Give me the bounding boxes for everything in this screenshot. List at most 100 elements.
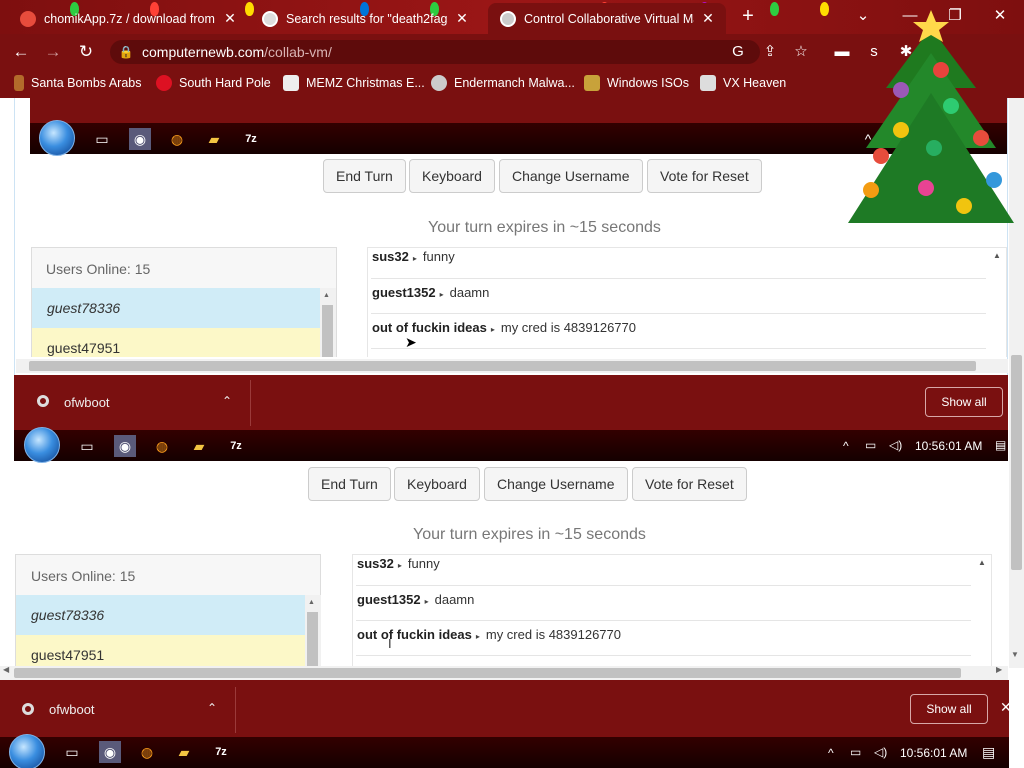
bookmark-windows-isos[interactable]: Windows ISOs xyxy=(584,75,689,91)
chat-arrow-icon: ▸ xyxy=(439,290,444,299)
firefox-icon[interactable]: ◍ xyxy=(151,435,173,457)
close-tab-icon[interactable]: ✕ xyxy=(454,10,470,27)
vote-reset-button[interactable]: Vote for Reset xyxy=(647,159,762,193)
end-turn-button[interactable]: End Turn xyxy=(308,467,391,501)
bookmark-santa-bombs[interactable]: Santa Bombs Arabs xyxy=(14,75,141,91)
mouse-cursor-icon: ➤ xyxy=(405,334,417,350)
users-scrollbar-thumb[interactable] xyxy=(322,305,333,357)
new-tab-button[interactable]: + xyxy=(733,4,763,28)
chrome-icon[interactable]: ◉ xyxy=(114,435,136,457)
bookmark-label: Windows ISOs xyxy=(607,76,689,90)
bookmark-favicon-icon xyxy=(14,75,24,91)
chat-panel xyxy=(367,247,1007,357)
taskbar-clock[interactable]: 10:56:01 AM xyxy=(915,439,982,453)
bookmark-star-icon[interactable]: ☆ xyxy=(791,42,811,62)
windows-start-icon[interactable] xyxy=(39,120,75,156)
chat-scroll-up-icon[interactable]: ▲ xyxy=(978,558,986,567)
chat-arrow-icon: ▸ xyxy=(475,632,480,641)
tray-chevron-icon[interactable]: ^ xyxy=(843,439,849,453)
tab-search-results[interactable]: Search results for "death2fags" - ✕ xyxy=(250,3,480,34)
download-menu-chevron-icon[interactable]: ⌃ xyxy=(207,701,217,715)
page-scrollbar-thumb[interactable] xyxy=(1011,355,1022,570)
user-list-item[interactable]: guest47951 xyxy=(16,635,305,666)
notification-icon[interactable]: ▤ xyxy=(995,438,1006,452)
chrome-icon[interactable]: ◉ xyxy=(99,741,121,763)
bookmark-vx-heaven[interactable]: VX Heaven xyxy=(700,75,786,91)
change-username-button[interactable]: Change Username xyxy=(484,467,628,501)
chat-message: guest1352 ▸ daamn xyxy=(357,592,474,607)
h-scrollbar-thumb[interactable] xyxy=(29,361,976,371)
7zip-icon[interactable]: 7z xyxy=(210,741,232,763)
collabvm-favicon-icon xyxy=(500,10,516,27)
close-tab-icon[interactable]: ✕ xyxy=(222,10,238,27)
chat-username: out of fuckin ideas xyxy=(357,627,472,642)
volume-icon[interactable]: ◁) xyxy=(874,745,887,759)
h-scrollbar-thumb[interactable] xyxy=(14,668,961,678)
google-icon[interactable]: G xyxy=(728,42,748,62)
windows-start-icon[interactable] xyxy=(9,734,45,768)
scroll-left-arrow-icon[interactable]: ◀ xyxy=(3,665,9,674)
file-explorer-icon[interactable]: ▰ xyxy=(188,435,210,457)
users-scrollbar-thumb[interactable] xyxy=(307,612,318,666)
file-explorer-icon[interactable]: ▰ xyxy=(203,128,225,150)
task-view-icon[interactable]: ▭ xyxy=(76,435,98,457)
user-list-item[interactable]: guest47951 xyxy=(32,328,320,357)
show-all-downloads-button[interactable]: Show all xyxy=(925,387,1003,417)
vote-reset-button[interactable]: Vote for Reset xyxy=(632,467,747,501)
chat-username: sus32 xyxy=(372,249,409,264)
keyboard-button[interactable]: Keyboard xyxy=(409,159,495,193)
tab-collab-vm[interactable]: Control Collaborative Virtual Ma ✕ xyxy=(488,3,726,34)
firefox-icon[interactable]: ◍ xyxy=(166,128,188,150)
tray-chevron-icon[interactable]: ^ xyxy=(828,746,834,760)
bookmark-endermanch[interactable]: Endermanch Malwa... xyxy=(431,75,575,91)
keyboard-button[interactable]: Keyboard xyxy=(394,467,480,501)
tab-title: Search results for "death2fags" - xyxy=(286,11,448,26)
task-view-icon[interactable]: ▭ xyxy=(91,128,113,150)
chat-divider xyxy=(356,585,971,586)
bookmark-memz-christmas[interactable]: MEMZ Christmas E... xyxy=(283,75,425,91)
chat-divider xyxy=(371,278,986,279)
lock-icon[interactable]: 🔒 xyxy=(116,42,136,62)
chrome-icon[interactable]: ◉ xyxy=(129,128,151,150)
download-item-name[interactable]: ofwboot xyxy=(64,395,110,410)
windows-start-icon[interactable] xyxy=(24,427,60,463)
xmas-light-icon xyxy=(820,2,829,16)
chat-divider xyxy=(356,655,971,656)
end-turn-button[interactable]: End Turn xyxy=(323,159,406,193)
bookmark-south-hard-pole[interactable]: South Hard Pole xyxy=(156,75,271,91)
tab-chomikapp[interactable]: chomikApp.7z / download from ✕ xyxy=(8,3,248,34)
scroll-right-arrow-icon[interactable]: ▶ xyxy=(996,665,1002,674)
tab-title: chomikApp.7z / download from xyxy=(44,11,215,26)
file-explorer-icon[interactable]: ▰ xyxy=(173,741,195,763)
close-download-bar-icon[interactable]: ✕ xyxy=(1000,699,1009,716)
scroll-down-arrow-icon[interactable]: ▼ xyxy=(1011,650,1019,659)
change-username-button[interactable]: Change Username xyxy=(499,159,643,193)
firefox-icon[interactable]: ◍ xyxy=(136,741,158,763)
chat-text: daamn xyxy=(449,285,490,300)
notification-icon[interactable]: ▤ xyxy=(982,744,995,761)
task-view-icon[interactable]: ▭ xyxy=(61,741,83,763)
chat-arrow-icon: ▸ xyxy=(397,561,402,570)
chat-username: guest1352 xyxy=(372,285,436,300)
url-text: computernewb.com/collab-vm/ xyxy=(142,44,332,60)
url-host: computernewb.com xyxy=(142,44,265,60)
scroll-up-arrow-icon[interactable]: ▲ xyxy=(308,599,315,606)
reload-icon[interactable]: ↻ xyxy=(75,41,97,63)
download-item-name[interactable]: ofwboot xyxy=(49,702,95,717)
user-list-item[interactable]: guest78336 xyxy=(32,288,320,328)
share-icon[interactable]: ⇪ xyxy=(760,42,780,62)
user-list-item[interactable]: guest78336 xyxy=(16,595,305,635)
download-menu-chevron-icon[interactable]: ⌃ xyxy=(222,394,232,408)
network-icon[interactable]: ▭ xyxy=(865,438,876,452)
volume-icon[interactable]: ◁) xyxy=(889,438,902,452)
scroll-up-arrow-icon[interactable]: ▲ xyxy=(323,292,330,299)
back-arrow-icon[interactable]: ← xyxy=(10,41,32,63)
forward-arrow-icon[interactable]: → xyxy=(42,41,64,63)
chat-scroll-up-icon[interactable]: ▲ xyxy=(993,251,1001,260)
show-all-downloads-button[interactable]: Show all xyxy=(910,694,988,724)
close-tab-icon[interactable]: ✕ xyxy=(700,10,716,27)
7zip-icon[interactable]: 7z xyxy=(225,435,247,457)
taskbar-clock[interactable]: 10:56:01 AM xyxy=(900,746,967,760)
network-icon[interactable]: ▭ xyxy=(850,745,861,759)
7zip-icon[interactable]: 7z xyxy=(240,128,262,150)
